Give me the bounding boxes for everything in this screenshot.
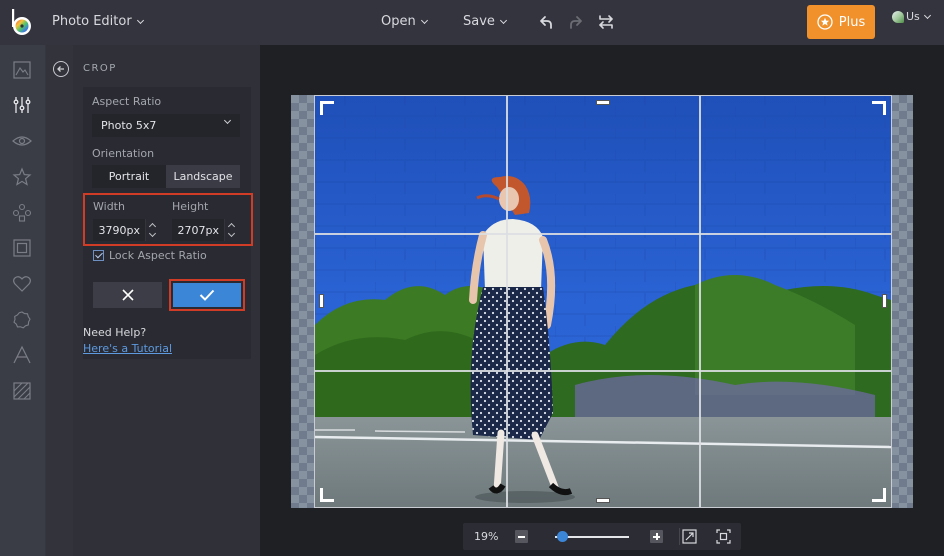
back-button[interactable] <box>53 61 69 77</box>
image-icon[interactable] <box>12 60 32 80</box>
upgrade-plus-button[interactable]: Plus <box>807 5 875 39</box>
photo-editor-app: Photo Editor Open Save Plus Us CROP Aspe… <box>0 0 944 556</box>
heart-icon[interactable] <box>12 274 32 294</box>
texture-icon[interactable] <box>12 381 32 401</box>
chevron-down-icon <box>499 16 507 24</box>
shapes-icon[interactable] <box>12 203 32 223</box>
arrow-left-icon <box>57 66 64 72</box>
crop-handle-bottom-left[interactable] <box>320 488 334 502</box>
orientation-portrait[interactable]: Portrait <box>92 165 166 188</box>
chevron-down-icon <box>420 16 428 24</box>
transparent-area-left <box>291 95 315 508</box>
chevron-down-icon <box>136 16 144 24</box>
height-stepper <box>224 219 238 241</box>
aspect-ratio-value: Photo 5x7 <box>101 119 157 132</box>
save-label: Save <box>463 14 495 29</box>
cancel-crop-button[interactable] <box>93 282 162 308</box>
close-icon <box>121 289 134 301</box>
frame-icon[interactable] <box>12 238 32 258</box>
badge-icon[interactable] <box>12 310 32 330</box>
tool-rail <box>0 45 45 556</box>
user-name: Us <box>906 10 920 23</box>
orientation-toggle: Portrait Landscape <box>92 165 240 188</box>
checkmark-icon <box>199 289 215 301</box>
photo-image[interactable] <box>315 95 891 508</box>
chevron-down-icon <box>923 11 931 19</box>
width-stepper <box>145 219 159 241</box>
flip-icon[interactable] <box>596 12 616 32</box>
dimensions-highlight: Width 3790px Height 2707px <box>83 193 253 246</box>
lock-aspect-ratio-label: Lock Aspect Ratio <box>109 249 207 262</box>
eye-icon[interactable] <box>12 131 32 151</box>
app-title-menu[interactable]: Photo Editor <box>52 14 144 29</box>
height-value: 2707px <box>177 223 220 237</box>
text-icon[interactable] <box>12 345 32 365</box>
avatar <box>892 10 904 23</box>
width-label: Width <box>93 200 125 213</box>
toolbar-divider <box>679 528 680 545</box>
apply-crop-button[interactable] <box>173 283 241 307</box>
top-bar: Photo Editor Open Save Plus Us <box>0 0 944 45</box>
checkbox-checked-icon[interactable] <box>93 250 104 261</box>
star-badge-icon <box>817 14 833 30</box>
plus-label: Plus <box>838 14 866 30</box>
crop-handle-top-left[interactable] <box>320 101 334 115</box>
crop-handle-top-right[interactable] <box>872 101 886 115</box>
crop-handle-left[interactable] <box>319 294 324 308</box>
crop-panel: CROP Aspect Ratio Photo 5x7 Orientation … <box>45 45 260 556</box>
lock-aspect-ratio-checkbox[interactable]: Lock Aspect Ratio <box>93 249 207 262</box>
transparent-area-right <box>891 95 913 508</box>
editor-canvas <box>260 45 944 556</box>
app-logo-icon[interactable] <box>11 8 33 36</box>
crop-handle-top[interactable] <box>596 100 610 105</box>
height-decrement-icon[interactable] <box>227 229 236 238</box>
orientation-landscape[interactable]: Landscape <box>166 165 240 188</box>
zoom-in-button[interactable] <box>650 530 663 543</box>
width-decrement-icon[interactable] <box>148 229 157 238</box>
star-icon[interactable] <box>12 167 32 187</box>
app-title: Photo Editor <box>52 14 132 29</box>
open-menu-button[interactable]: Open <box>381 14 428 29</box>
fit-to-screen-icon[interactable] <box>682 529 697 544</box>
height-input[interactable]: 2707px <box>172 219 238 241</box>
save-menu-button[interactable]: Save <box>463 14 507 29</box>
height-label: Height <box>172 200 209 213</box>
zoom-out-button[interactable] <box>515 530 528 543</box>
zoom-toolbar: 19% <box>463 523 741 550</box>
chevron-down-icon <box>223 116 232 125</box>
zoom-slider-thumb[interactable] <box>556 531 568 542</box>
aspect-ratio-select[interactable]: Photo 5x7 <box>92 114 240 137</box>
sliders-icon[interactable] <box>12 95 32 115</box>
open-label: Open <box>381 14 416 29</box>
aspect-ratio-label: Aspect Ratio <box>92 95 162 108</box>
panel-title: CROP <box>83 63 117 74</box>
zoom-percent: 19% <box>474 530 499 543</box>
orientation-label: Orientation <box>92 147 155 160</box>
photo-area <box>291 95 913 508</box>
user-menu[interactable]: Us <box>892 10 944 23</box>
apply-highlight <box>169 279 245 311</box>
crop-handle-bottom-right[interactable] <box>872 488 886 502</box>
panel-strip <box>46 45 73 556</box>
crop-handle-right[interactable] <box>882 294 887 308</box>
width-value: 3790px <box>98 223 141 237</box>
crop-handle-bottom[interactable] <box>596 498 610 503</box>
redo-icon[interactable] <box>566 12 586 32</box>
actual-size-icon[interactable] <box>716 529 731 544</box>
help-text: Need Help? <box>83 326 147 339</box>
undo-icon[interactable] <box>536 12 556 32</box>
tutorial-link[interactable]: Here's a Tutorial <box>83 342 172 355</box>
width-input[interactable]: 3790px <box>93 219 159 241</box>
